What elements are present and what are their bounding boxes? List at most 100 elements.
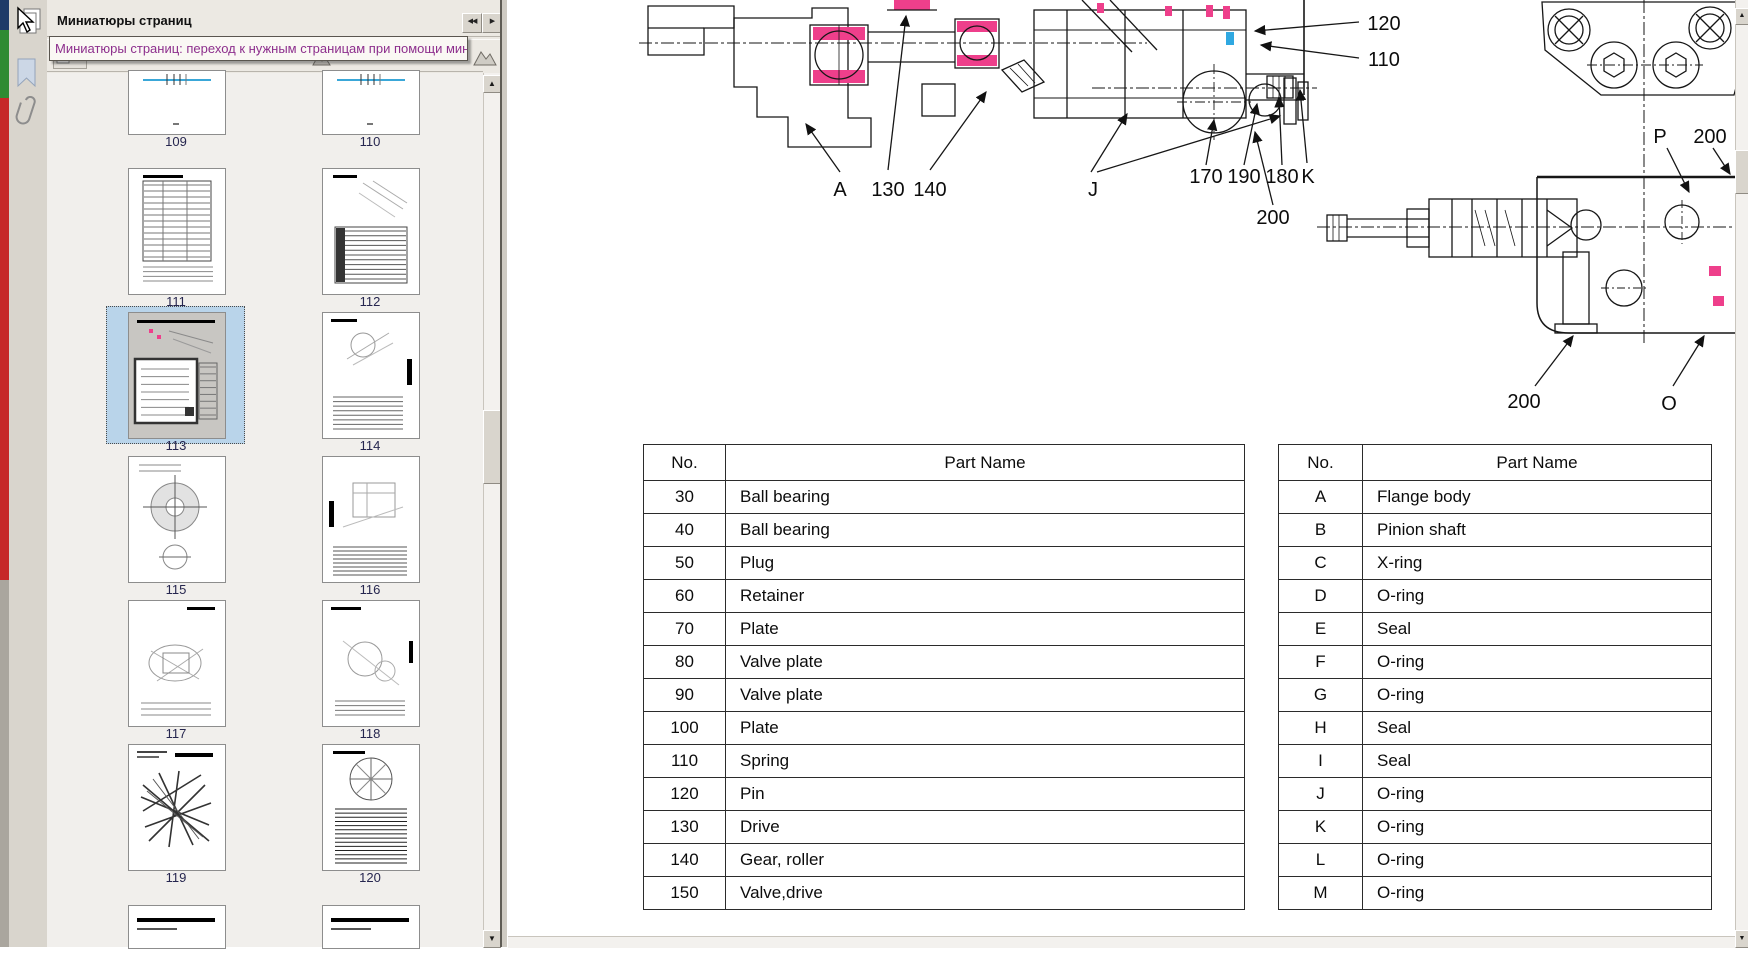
part-name: Ball bearing	[726, 481, 1245, 514]
bookmarks-icon[interactable]	[14, 58, 44, 88]
label-190: 190	[1227, 166, 1260, 188]
part-no: J	[1279, 778, 1363, 811]
strip-red-segment	[0, 98, 9, 580]
strip-green-segment	[0, 30, 9, 98]
thumbnail-page-partial[interactable]	[128, 905, 226, 949]
part-no: 70	[644, 613, 726, 646]
thumbnail-page-number: 112	[322, 294, 418, 309]
column-header-part-name: Part Name	[726, 445, 1245, 481]
part-no: K	[1279, 811, 1363, 844]
label-170: 170	[1189, 166, 1222, 188]
part-name: Valve plate	[726, 646, 1245, 679]
collapse-panel-button[interactable]: ◀◀	[462, 13, 482, 33]
part-name: O-ring	[1363, 877, 1712, 910]
panel-scroll-up-button[interactable]: ▲	[483, 75, 501, 93]
part-name: Gear, roller	[726, 844, 1245, 877]
part-no: C	[1279, 547, 1363, 580]
part-no: 100	[644, 712, 726, 745]
thumbnail-page-number: 113	[128, 438, 224, 453]
thumbnail-page-117[interactable]	[128, 600, 226, 727]
part-no: E	[1279, 613, 1363, 646]
table-row: CX-ring	[1279, 547, 1712, 580]
thumbnail-page-115[interactable]	[128, 456, 226, 583]
label-P: P	[1653, 126, 1666, 148]
thumbnail-page-111[interactable]	[128, 168, 226, 295]
horizontal-scrollbar[interactable]	[508, 936, 1735, 948]
label-110: 110	[1368, 49, 1400, 71]
thumbnail-page-118[interactable]	[322, 600, 420, 727]
table-row: BPinion shaft	[1279, 514, 1712, 547]
table-row: 40Ball bearing	[644, 514, 1245, 547]
part-name: O-ring	[1363, 844, 1712, 877]
part-no: 140	[644, 844, 726, 877]
table-row: 120Pin	[644, 778, 1245, 811]
part-name: O-ring	[1363, 778, 1712, 811]
table-row: 140Gear, roller	[644, 844, 1245, 877]
thumbnail-page-119[interactable]	[128, 744, 226, 871]
page-thumbnails-icon[interactable]	[14, 6, 44, 36]
panel-scrollbar-thumb[interactable]	[483, 410, 501, 484]
part-no: 80	[644, 646, 726, 679]
part-no: 30	[644, 481, 726, 514]
column-header-part-name: Part Name	[1363, 445, 1712, 481]
part-name: Retainer	[726, 580, 1245, 613]
table-row: FO-ring	[1279, 646, 1712, 679]
thumbnail-page-113[interactable]	[128, 312, 226, 439]
table-row: 100Plate	[644, 712, 1245, 745]
panel-scrollbar[interactable]	[483, 73, 501, 947]
label-200-valve: 200	[1693, 126, 1726, 148]
table-row: 80Valve plate	[644, 646, 1245, 679]
expand-panel-button[interactable]: ▶	[482, 13, 502, 33]
doc-scroll-up-button[interactable]: ▲	[1735, 8, 1748, 25]
label-O: O	[1661, 393, 1677, 415]
label-140: 140	[913, 179, 946, 201]
enlarge-thumbnails-icon[interactable]	[473, 48, 497, 72]
thumbnail-page-number: 120	[322, 870, 418, 885]
table-row: 60Retainer	[644, 580, 1245, 613]
thumbnail-page-number: 119	[128, 870, 224, 885]
part-no: 130	[644, 811, 726, 844]
strip-navy-segment	[0, 0, 9, 30]
part-no: H	[1279, 712, 1363, 745]
thumbnail-page-109[interactable]	[128, 70, 226, 135]
table-row: GO-ring	[1279, 679, 1712, 712]
label-J: J	[1088, 179, 1098, 201]
part-no: 110	[644, 745, 726, 778]
parts-table-left: No.Part Name30Ball bearing40Ball bearing…	[643, 444, 1245, 910]
part-name: Seal	[1363, 613, 1712, 646]
part-name: Pin	[726, 778, 1245, 811]
attachments-paperclip-icon[interactable]	[14, 96, 44, 126]
thumbnail-page-116[interactable]	[322, 456, 420, 583]
table-row: DO-ring	[1279, 580, 1712, 613]
thumbnail-page-114[interactable]	[322, 312, 420, 439]
thumbnail-page-number: 111	[128, 294, 224, 309]
doc-scrollbar-thumb[interactable]	[1735, 150, 1748, 194]
thumbnail-page-112[interactable]	[322, 168, 420, 295]
part-no: M	[1279, 877, 1363, 910]
part-name: Valve,drive	[726, 877, 1245, 910]
table-row: MO-ring	[1279, 877, 1712, 910]
thumbnail-page-partial[interactable]	[322, 905, 420, 949]
label-A: A	[833, 179, 847, 201]
thumbnails-panel: Миниатюры страниц ◀◀ ▶ ▲ ▼ Миниатюры стр…	[47, 0, 500, 947]
vertical-scrollbar[interactable]	[1735, 0, 1748, 947]
parts-table-right: No.Part NameAFlange bodyBPinion shaftCX-…	[1278, 444, 1712, 910]
table-row: 90Valve plate	[644, 679, 1245, 712]
thumbnail-page-number: 116	[322, 582, 418, 597]
part-no: A	[1279, 481, 1363, 514]
thumbnail-page-number: 109	[128, 134, 224, 149]
thumbnail-page-number: 115	[128, 582, 224, 597]
thumbnail-page-110[interactable]	[322, 70, 420, 135]
label-200-top: 200	[1256, 207, 1289, 229]
column-header-no: No.	[644, 445, 726, 481]
table-row: HSeal	[1279, 712, 1712, 745]
part-no: 90	[644, 679, 726, 712]
panel-scroll-down-button[interactable]: ▼	[483, 930, 501, 948]
thumbnail-page-number: 110	[322, 134, 418, 149]
thumbnail-page-120[interactable]	[322, 744, 420, 871]
label-180: 180	[1265, 166, 1298, 188]
doc-scroll-down-button[interactable]: ▼	[1735, 930, 1748, 948]
panel-title: Миниатюры страниц	[57, 13, 192, 28]
diagram-labels: 120 110 A 130 140 J 170 190 180 K 200 P …	[833, 13, 1748, 415]
part-name: Plate	[726, 712, 1245, 745]
